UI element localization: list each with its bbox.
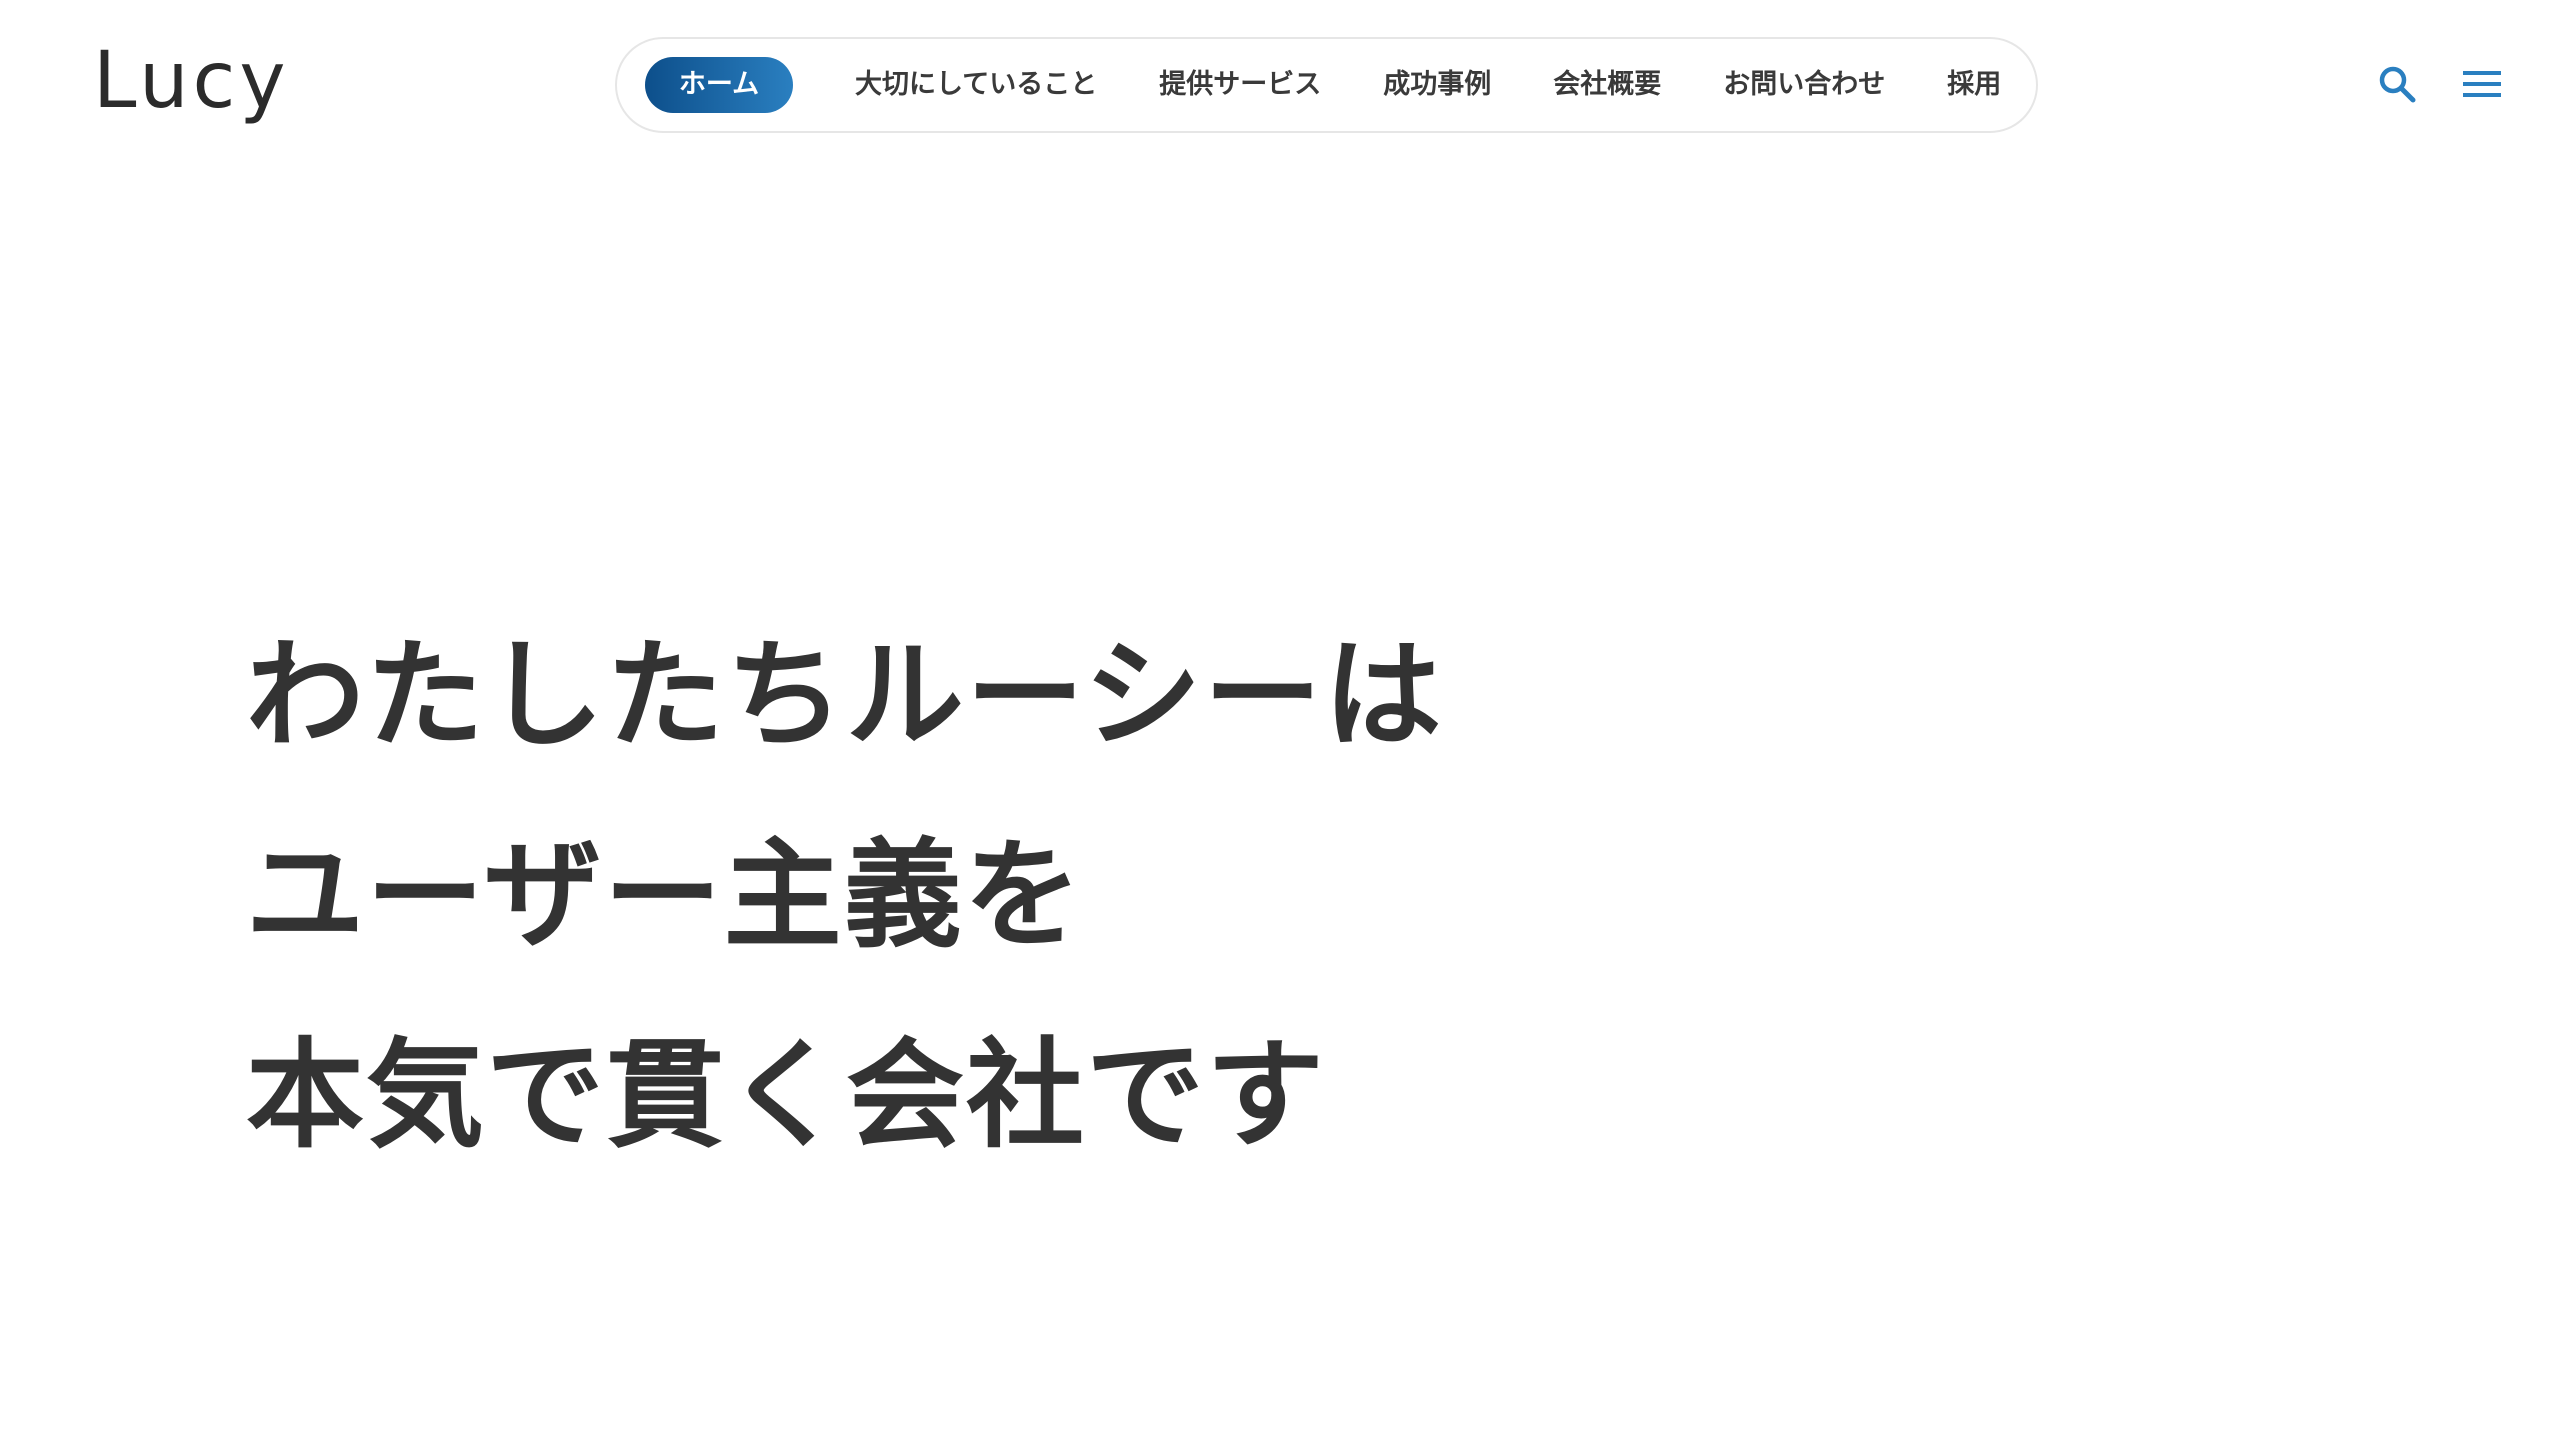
hero-line-2: ユーザー主義を [246, 826, 1084, 964]
nav-item-company[interactable]: 会社概要 [1553, 57, 1661, 113]
hero: わたしたちルーシーは ユーザー主義を 本気で貫く会社です [246, 595, 1646, 1195]
hero-line-1: わたしたちルーシーは [246, 626, 1444, 764]
nav-item-recruit[interactable]: 採用 [1947, 57, 2001, 113]
search-icon [2379, 66, 2416, 103]
hero-line-3: 本気で貫く会社です [246, 1026, 1327, 1164]
menu-button[interactable] [2454, 56, 2510, 112]
main-nav: ホーム 大切にしていること 提供サービス 成功事例 会社概要 お問い合わせ 採用 [615, 37, 2038, 133]
nav-item-home[interactable]: ホーム [645, 57, 793, 113]
nav-item-services[interactable]: 提供サービス [1159, 57, 1321, 113]
page: Lucy ホーム 大切にしていること 提供サービス 成功事例 会社概要 お問い合… [0, 0, 2560, 1448]
hamburger-menu-icon [2463, 71, 2501, 97]
logo[interactable]: Lucy [93, 36, 290, 126]
nav-item-case-studies[interactable]: 成功事例 [1383, 57, 1491, 113]
search-button[interactable] [2369, 56, 2425, 112]
nav-item-contact[interactable]: お問い合わせ [1723, 57, 1885, 113]
nav-item-values[interactable]: 大切にしていること [855, 57, 1097, 113]
